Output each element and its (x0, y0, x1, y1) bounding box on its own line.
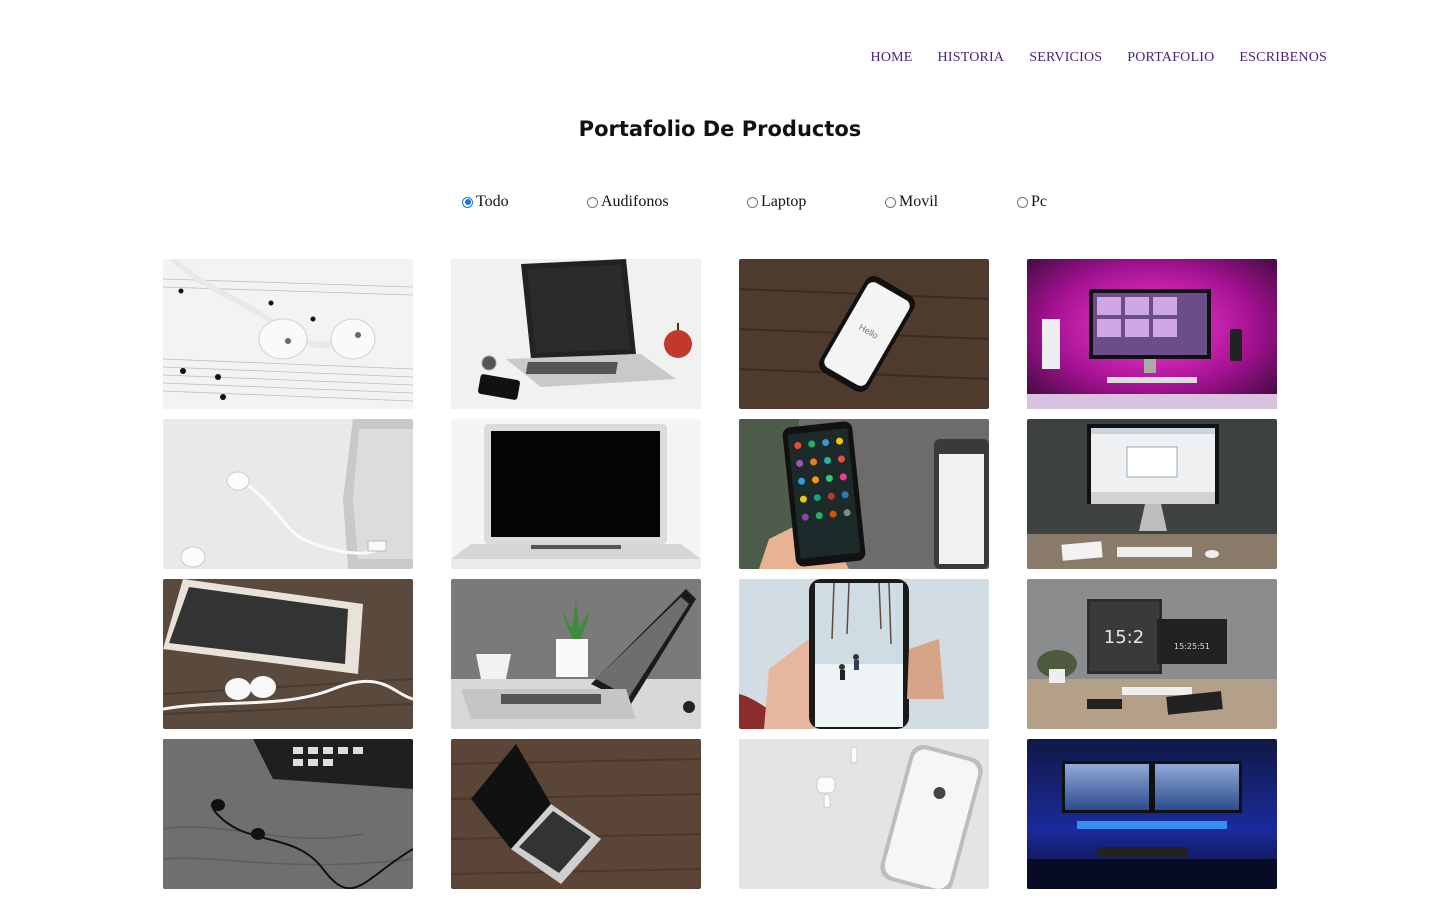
filter-pc-label: Pc (1031, 193, 1047, 210)
gallery-item-earphones-white[interactable] (163, 419, 413, 569)
laptop-image (451, 259, 701, 409)
blue-gaming-image (1027, 739, 1277, 889)
gallery-item-dual-monitor[interactable]: 15:2 15:25:51 (1027, 579, 1277, 729)
phone-wood-image: Hello (739, 259, 989, 409)
category-filter-group: Todo Audifonos Laptop Movil Pc (0, 193, 1440, 215)
nav-portafolio[interactable]: PORTAFOLIO (1127, 50, 1214, 66)
gallery-item-laptop-dark-wood[interactable] (451, 739, 701, 889)
filter-laptop[interactable]: Laptop (747, 193, 806, 211)
filter-todo-label: Todo (476, 193, 509, 210)
earphones-white-image (163, 419, 413, 569)
gallery-item-airpods-iphone[interactable] (739, 739, 989, 889)
filter-todo-radio[interactable] (462, 196, 473, 208)
gallery-item-blue-gaming-setup[interactable] (1027, 739, 1277, 889)
gallery-item-android-hand[interactable] (739, 419, 989, 569)
nav-escribenos[interactable]: ESCRIBENOS (1239, 50, 1327, 66)
filter-laptop-radio[interactable] (747, 196, 758, 208)
monitor-clock-small-text: 15:25:51 (1174, 642, 1210, 651)
filter-movil-radio[interactable] (885, 196, 896, 208)
android-hand-image (739, 419, 989, 569)
gallery-item-black-earphones[interactable] (163, 739, 413, 889)
filter-movil[interactable]: Movil (885, 193, 938, 211)
earphones-iphone-wood-image (163, 579, 413, 729)
filter-pc-radio[interactable] (1017, 196, 1028, 208)
gallery-item-phone-snow[interactable] (739, 579, 989, 729)
main-nav: HOME HISTORIA SERVICIOS PORTAFOLIO ESCRI… (871, 50, 1327, 66)
gallery-item-laptop-mug[interactable] (451, 579, 701, 729)
portfolio-page: HOME HISTORIA SERVICIOS PORTAFOLIO ESCRI… (0, 0, 1440, 899)
gallery-item-imac-desk[interactable] (1027, 419, 1277, 569)
monitor-clock-text: 15:2 (1104, 627, 1144, 648)
nav-servicios[interactable]: SERVICIOS (1029, 50, 1102, 66)
filter-audifonos[interactable]: Audifonos (587, 193, 669, 211)
gallery-item-earbuds-music[interactable] (163, 259, 413, 409)
laptop-dark-wood-image (451, 739, 701, 889)
filter-audifonos-radio[interactable] (587, 196, 598, 208)
laptop-white-image (451, 419, 701, 569)
filter-audifonos-label: Audifonos (601, 193, 669, 210)
filter-pc[interactable]: Pc (1017, 193, 1047, 211)
nav-historia[interactable]: HISTORIA (938, 50, 1005, 66)
dual-monitor-image: 15:2 15:25:51 (1027, 579, 1277, 729)
nav-home[interactable]: HOME (871, 50, 913, 66)
phone-snow-image (739, 579, 989, 729)
filter-movil-label: Movil (899, 193, 939, 210)
black-earphones-image (163, 739, 413, 889)
page-title: Portafolio De Productos (578, 117, 862, 141)
gallery-item-phone-wood[interactable]: Hello (739, 259, 989, 409)
airpods-iphone-image (739, 739, 989, 889)
filter-todo[interactable]: Todo (462, 193, 509, 211)
filter-laptop-label: Laptop (761, 193, 807, 210)
gallery-item-laptop-apple[interactable] (451, 259, 701, 409)
earbuds-image (163, 259, 413, 409)
laptop-mug-image (451, 579, 701, 729)
gallery-item-pink-desktop[interactable] (1027, 259, 1277, 409)
imac-desk-image (1027, 419, 1277, 569)
gallery-item-earphones-iphone-wood[interactable] (163, 579, 413, 729)
product-gallery: Hello 15:2 15:25:51 (163, 259, 1277, 889)
pink-desktop-image (1027, 259, 1277, 409)
gallery-item-laptop-white[interactable] (451, 419, 701, 569)
